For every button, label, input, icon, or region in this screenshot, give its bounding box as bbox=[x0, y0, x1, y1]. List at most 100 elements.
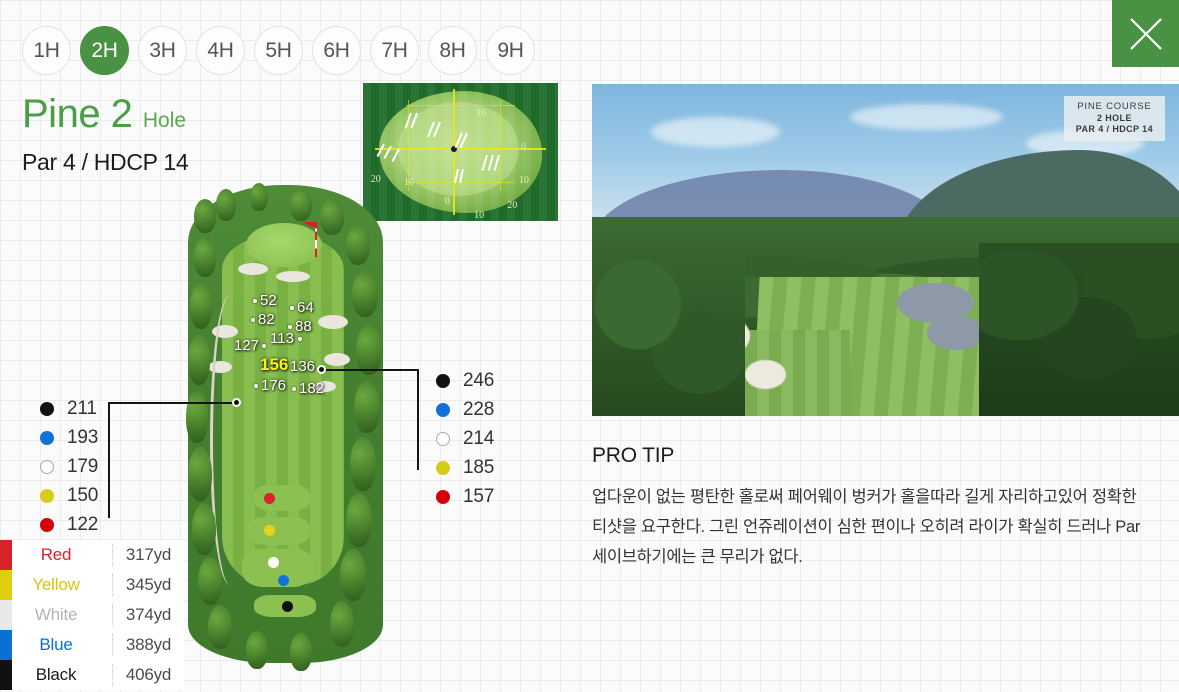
leader-line-near-vertical bbox=[108, 402, 110, 518]
map-distance-label: 182 bbox=[292, 380, 324, 397]
tee-color-bar bbox=[0, 540, 12, 570]
legend-distance-value: 193 bbox=[67, 426, 99, 448]
tee-name-label: Blue bbox=[39, 635, 73, 654]
legend-color-dot bbox=[436, 373, 450, 388]
legend-row: 214 bbox=[436, 424, 494, 453]
tee-box-yellow bbox=[248, 517, 310, 545]
tee-marker-blue bbox=[278, 575, 289, 586]
legend-row: 228 bbox=[436, 395, 494, 424]
hole-tab-5h[interactable]: 5H bbox=[254, 26, 303, 75]
map-distance-label: 127 bbox=[234, 337, 267, 354]
legend-row: 122 bbox=[40, 510, 98, 539]
tee-distance-table: Red 317yd Yellow 345yd White 374yd Blue 388yd Bl… bbox=[0, 539, 184, 690]
hole-tab-4h[interactable]: 4H bbox=[196, 26, 245, 75]
tee-name-label: White bbox=[34, 605, 78, 624]
legend-color-dot bbox=[436, 431, 450, 446]
distance-legend-near: 211 193 179 150 122 bbox=[40, 394, 98, 539]
tee-distance-value: 406yd bbox=[125, 665, 172, 684]
map-distance-value: 182 bbox=[299, 380, 325, 397]
legend-row: 150 bbox=[40, 481, 98, 510]
photo-par-hdcp: PAR 4 / HDCP 14 bbox=[1075, 124, 1153, 135]
tree bbox=[330, 601, 354, 647]
legend-color-dot bbox=[436, 460, 450, 475]
map-distance-value: 64 bbox=[297, 299, 314, 316]
tee-name-label: Black bbox=[35, 665, 77, 684]
par-hdcp-label: Par 4 / HDCP 14 bbox=[22, 149, 189, 175]
tee-name-label: Yellow bbox=[32, 575, 80, 594]
tee-distance-value: 374yd bbox=[125, 605, 172, 624]
tee-row: White 374yd bbox=[0, 600, 184, 630]
green-map-label: 10 bbox=[519, 175, 529, 187]
green-map-label: 0 bbox=[520, 142, 526, 154]
leader-line-far-vertical bbox=[417, 369, 419, 470]
tee-distance-value: 388yd bbox=[125, 635, 172, 654]
map-distance-value: 136 bbox=[290, 358, 316, 375]
hole-layout-map[interactable]: 52 82 64 88 127 113 156 136 176 182 bbox=[150, 175, 420, 671]
tree bbox=[188, 335, 210, 385]
tree bbox=[346, 225, 370, 265]
greenside-bunker bbox=[238, 263, 268, 275]
legend-row: 193 bbox=[40, 423, 98, 452]
tee-marker-white bbox=[268, 557, 279, 568]
tee-color-bar bbox=[0, 660, 12, 690]
tee-distance-value: 317yd bbox=[125, 545, 172, 564]
tree bbox=[320, 199, 344, 235]
legend-distance-value: 185 bbox=[463, 456, 495, 478]
map-distance-value: 82 bbox=[258, 311, 275, 328]
close-icon bbox=[1129, 17, 1162, 50]
leader-anchor-near bbox=[232, 398, 241, 407]
green-map-label: 10 bbox=[476, 107, 487, 119]
legend-row: 179 bbox=[40, 452, 98, 481]
legend-row: 157 bbox=[436, 482, 494, 511]
distance-legend-far: 246 228 214 185 157 bbox=[436, 366, 494, 511]
map-distance-label: 82 bbox=[251, 311, 275, 328]
tree bbox=[290, 633, 312, 671]
tee-name-label: Red bbox=[40, 545, 72, 564]
tree bbox=[356, 325, 382, 375]
hole-aerial-photo[interactable]: PINE COURSE 2 HOLE PAR 4 / HDCP 14 bbox=[592, 84, 1179, 416]
map-distance-label: 136 bbox=[290, 358, 315, 375]
hole-tab-2h[interactable]: 2H bbox=[80, 26, 129, 75]
greenside-bunker bbox=[276, 271, 310, 282]
tee-row: Yellow 345yd bbox=[0, 570, 184, 600]
hole-tab-9h[interactable]: 9H bbox=[486, 26, 535, 75]
legend-row: 246 bbox=[436, 366, 494, 395]
close-button[interactable] bbox=[1112, 0, 1179, 67]
hole-tab-6h[interactable]: 6H bbox=[312, 26, 361, 75]
tree bbox=[186, 391, 208, 443]
legend-distance-value: 150 bbox=[67, 484, 99, 506]
tee-color-bar bbox=[0, 570, 12, 600]
map-distance-value: 113 bbox=[270, 330, 294, 347]
photo-water-hazard bbox=[926, 316, 986, 350]
tee-row: Blue 388yd bbox=[0, 630, 184, 660]
legend-distance-value: 157 bbox=[463, 485, 495, 507]
leader-line-near-horizontal bbox=[108, 402, 237, 404]
photo-cloud bbox=[650, 117, 780, 148]
tee-distance-value: 345yd bbox=[125, 575, 172, 594]
map-distance-label: 176 bbox=[254, 377, 286, 394]
fairway-bunker bbox=[324, 353, 350, 366]
legend-color-dot bbox=[40, 459, 54, 474]
tee-row: Black 406yd bbox=[0, 660, 184, 690]
tree bbox=[198, 557, 222, 605]
fairway-bunker bbox=[318, 315, 348, 329]
legend-row: 211 bbox=[40, 394, 98, 423]
legend-distance-value: 246 bbox=[463, 369, 495, 391]
hole-tab-1h[interactable]: 1H bbox=[22, 26, 71, 75]
photo-info-plate: PINE COURSE 2 HOLE PAR 4 / HDCP 14 bbox=[1063, 96, 1165, 142]
tree bbox=[208, 605, 232, 649]
tree bbox=[350, 437, 376, 491]
legend-color-dot bbox=[436, 402, 450, 417]
legend-distance-value: 214 bbox=[463, 427, 495, 449]
tree bbox=[194, 199, 216, 233]
hole-tab-8h[interactable]: 8H bbox=[428, 26, 477, 75]
tree bbox=[352, 271, 378, 317]
pro-tip-body: 업다운이 없는 평탄한 홀로써 페어웨이 벙커가 홀을따라 길게 자리하고있어 … bbox=[592, 488, 1141, 566]
photo-trees-left bbox=[592, 256, 745, 416]
legend-color-dot bbox=[436, 489, 450, 504]
map-distance-label: 52 bbox=[253, 292, 277, 309]
tree bbox=[188, 447, 212, 501]
hole-tab-7h[interactable]: 7H bbox=[370, 26, 419, 75]
map-distance-value: 127 bbox=[234, 337, 260, 354]
hole-tab-3h[interactable]: 3H bbox=[138, 26, 187, 75]
